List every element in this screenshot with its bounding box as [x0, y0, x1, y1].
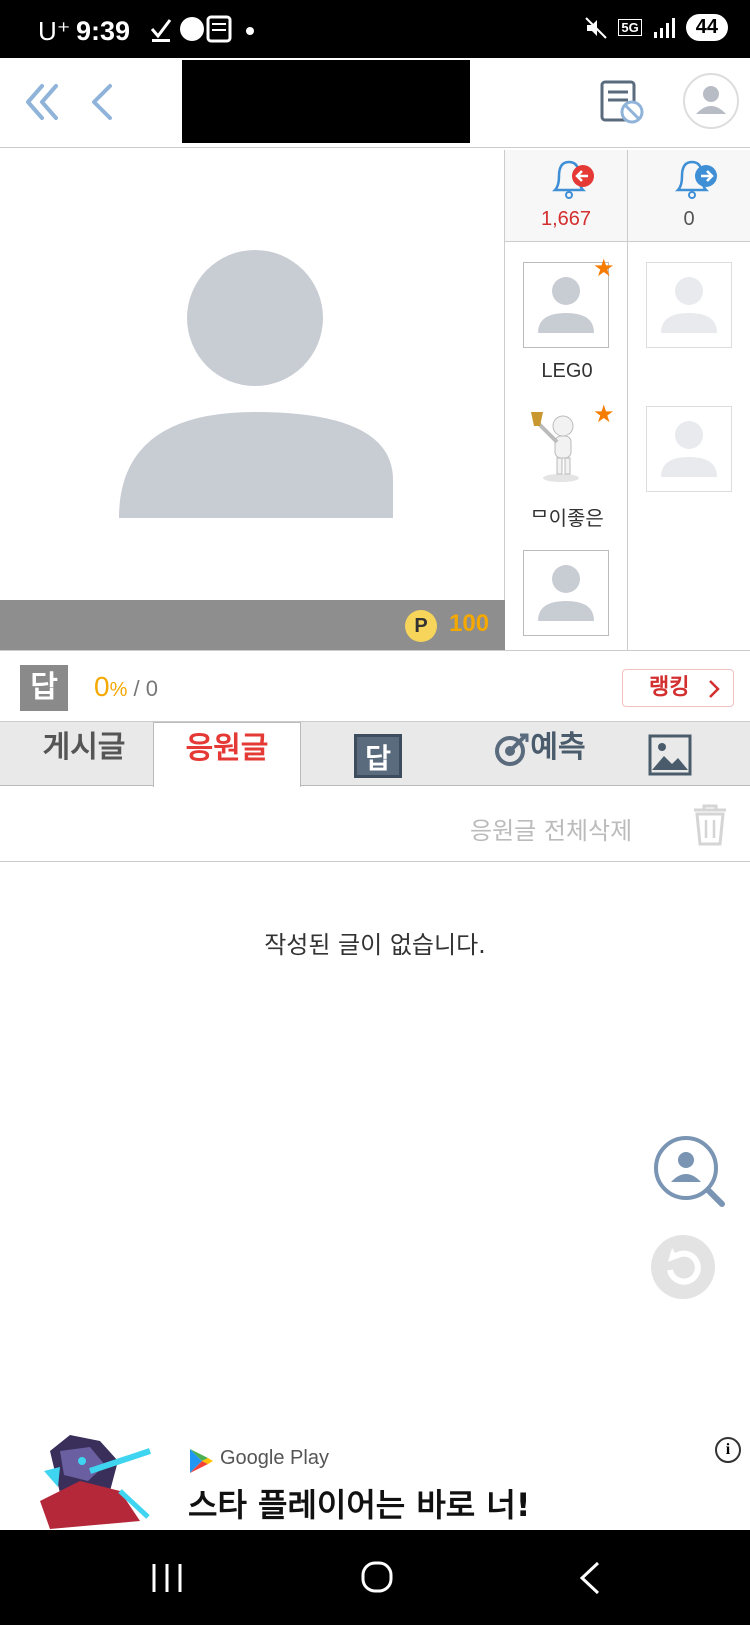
- following-thumb-empty: [646, 406, 732, 492]
- tab-bar: 게시글 응원글 답 예측: [0, 722, 750, 787]
- outgoing-bell-cell[interactable]: 0: [628, 150, 750, 242]
- follower-name[interactable]: ᄆ이좋은: [507, 502, 627, 531]
- game-character-image: [40, 1435, 151, 1529]
- double-chevron-left-icon[interactable]: [22, 82, 62, 126]
- recent-apps-icon[interactable]: [150, 1562, 184, 1598]
- photo-icon: [648, 734, 692, 776]
- avatar-placeholder-icon: [661, 277, 717, 333]
- signal-icon: [653, 17, 675, 38]
- system-icons: 5G 44: [584, 14, 728, 41]
- carrier-label: U⁺: [38, 16, 71, 46]
- points-value: 100: [449, 610, 490, 637]
- status-bar: U⁺ 9:39 5G 44: [0, 0, 750, 58]
- refresh-icon: [651, 1235, 715, 1299]
- profile-icon[interactable]: [682, 72, 740, 134]
- ranking-label: 랭킹: [649, 675, 690, 700]
- star-icon: ★: [593, 400, 615, 428]
- avatar-placeholder-icon: [661, 421, 717, 477]
- tab-cheers[interactable]: 응원글: [153, 722, 301, 787]
- outgoing-column: 0: [628, 150, 750, 650]
- delete-all-label[interactable]: 응원글 전체삭제: [470, 811, 632, 846]
- rate-unit: %: [109, 679, 128, 701]
- follower-name[interactable]: LEG0: [507, 360, 627, 383]
- block-list-icon[interactable]: [598, 78, 646, 130]
- star-icon: ★: [593, 254, 615, 282]
- chevron-left-icon[interactable]: [86, 82, 116, 126]
- tab-photos[interactable]: [648, 734, 692, 780]
- answer-rate: 0% / 0: [94, 671, 158, 703]
- outgoing-count: 0: [683, 208, 695, 230]
- incoming-column: 1,667 ★ LEG0 ★ ᄆ이좋은: [505, 150, 628, 650]
- notification-icons: [150, 14, 260, 50]
- answer-badge: 답: [20, 665, 68, 711]
- google-play-label: Google Play: [220, 1447, 329, 1469]
- profile-search-button[interactable]: [650, 1132, 730, 1216]
- mute-icon: [585, 16, 608, 39]
- points-coin-icon: P: [405, 610, 437, 642]
- ad-banner[interactable]: Google Play 스타 플레이어는 바로 너! i: [0, 1425, 750, 1530]
- profile-search-icon: [654, 1136, 725, 1207]
- ad-info-icon[interactable]: i: [715, 1437, 741, 1463]
- top-nav: [0, 58, 750, 148]
- battery-indicator: 44: [685, 14, 728, 41]
- clock: 9:39: [76, 16, 131, 46]
- points-bar: P 100: [0, 600, 505, 650]
- following-thumb-empty: [646, 262, 732, 348]
- home-icon[interactable]: [360, 1560, 394, 1598]
- delete-all-row: 응원글 전체삭제: [0, 787, 750, 862]
- tab-predict-label: 예측: [530, 730, 586, 765]
- answer-rate-row: 답 0% / 0 랭킹: [0, 650, 750, 722]
- redacted-title: [182, 60, 470, 143]
- trash-icon[interactable]: [690, 802, 730, 850]
- google-play-icon: [190, 1449, 213, 1473]
- chevron-right-icon: [709, 680, 720, 698]
- character-avatar-icon[interactable]: [527, 402, 589, 482]
- rate-value: 0: [94, 671, 110, 702]
- bell-outgoing-icon: [674, 160, 717, 199]
- incoming-bell-cell[interactable]: 1,667: [505, 150, 627, 242]
- rate-total: 0: [145, 676, 158, 701]
- avatar-placeholder-icon: [119, 250, 393, 518]
- ranking-button[interactable]: 랭킹: [622, 669, 734, 707]
- back-icon[interactable]: [578, 1560, 602, 1600]
- incoming-count: 1,667: [540, 208, 592, 230]
- tab-predict[interactable]: 예측: [470, 722, 610, 786]
- tab-posts[interactable]: 게시글: [14, 722, 154, 786]
- target-icon: [495, 733, 529, 766]
- system-nav-bar: [0, 1530, 750, 1625]
- bell-incoming-icon: [551, 160, 594, 199]
- rate-separator: /: [127, 676, 146, 701]
- follower-thumb[interactable]: [523, 550, 609, 636]
- tab-answer[interactable]: 답: [354, 734, 402, 778]
- empty-message: 작성된 글이 없습니다.: [264, 931, 486, 959]
- refresh-button[interactable]: [650, 1234, 716, 1304]
- ad-headline: 스타 플레이어는 바로 너!: [188, 1486, 531, 1524]
- avatar-placeholder-icon: [538, 565, 594, 621]
- network-label: 5G: [618, 19, 642, 36]
- profile-image-panel: P 100: [0, 150, 505, 650]
